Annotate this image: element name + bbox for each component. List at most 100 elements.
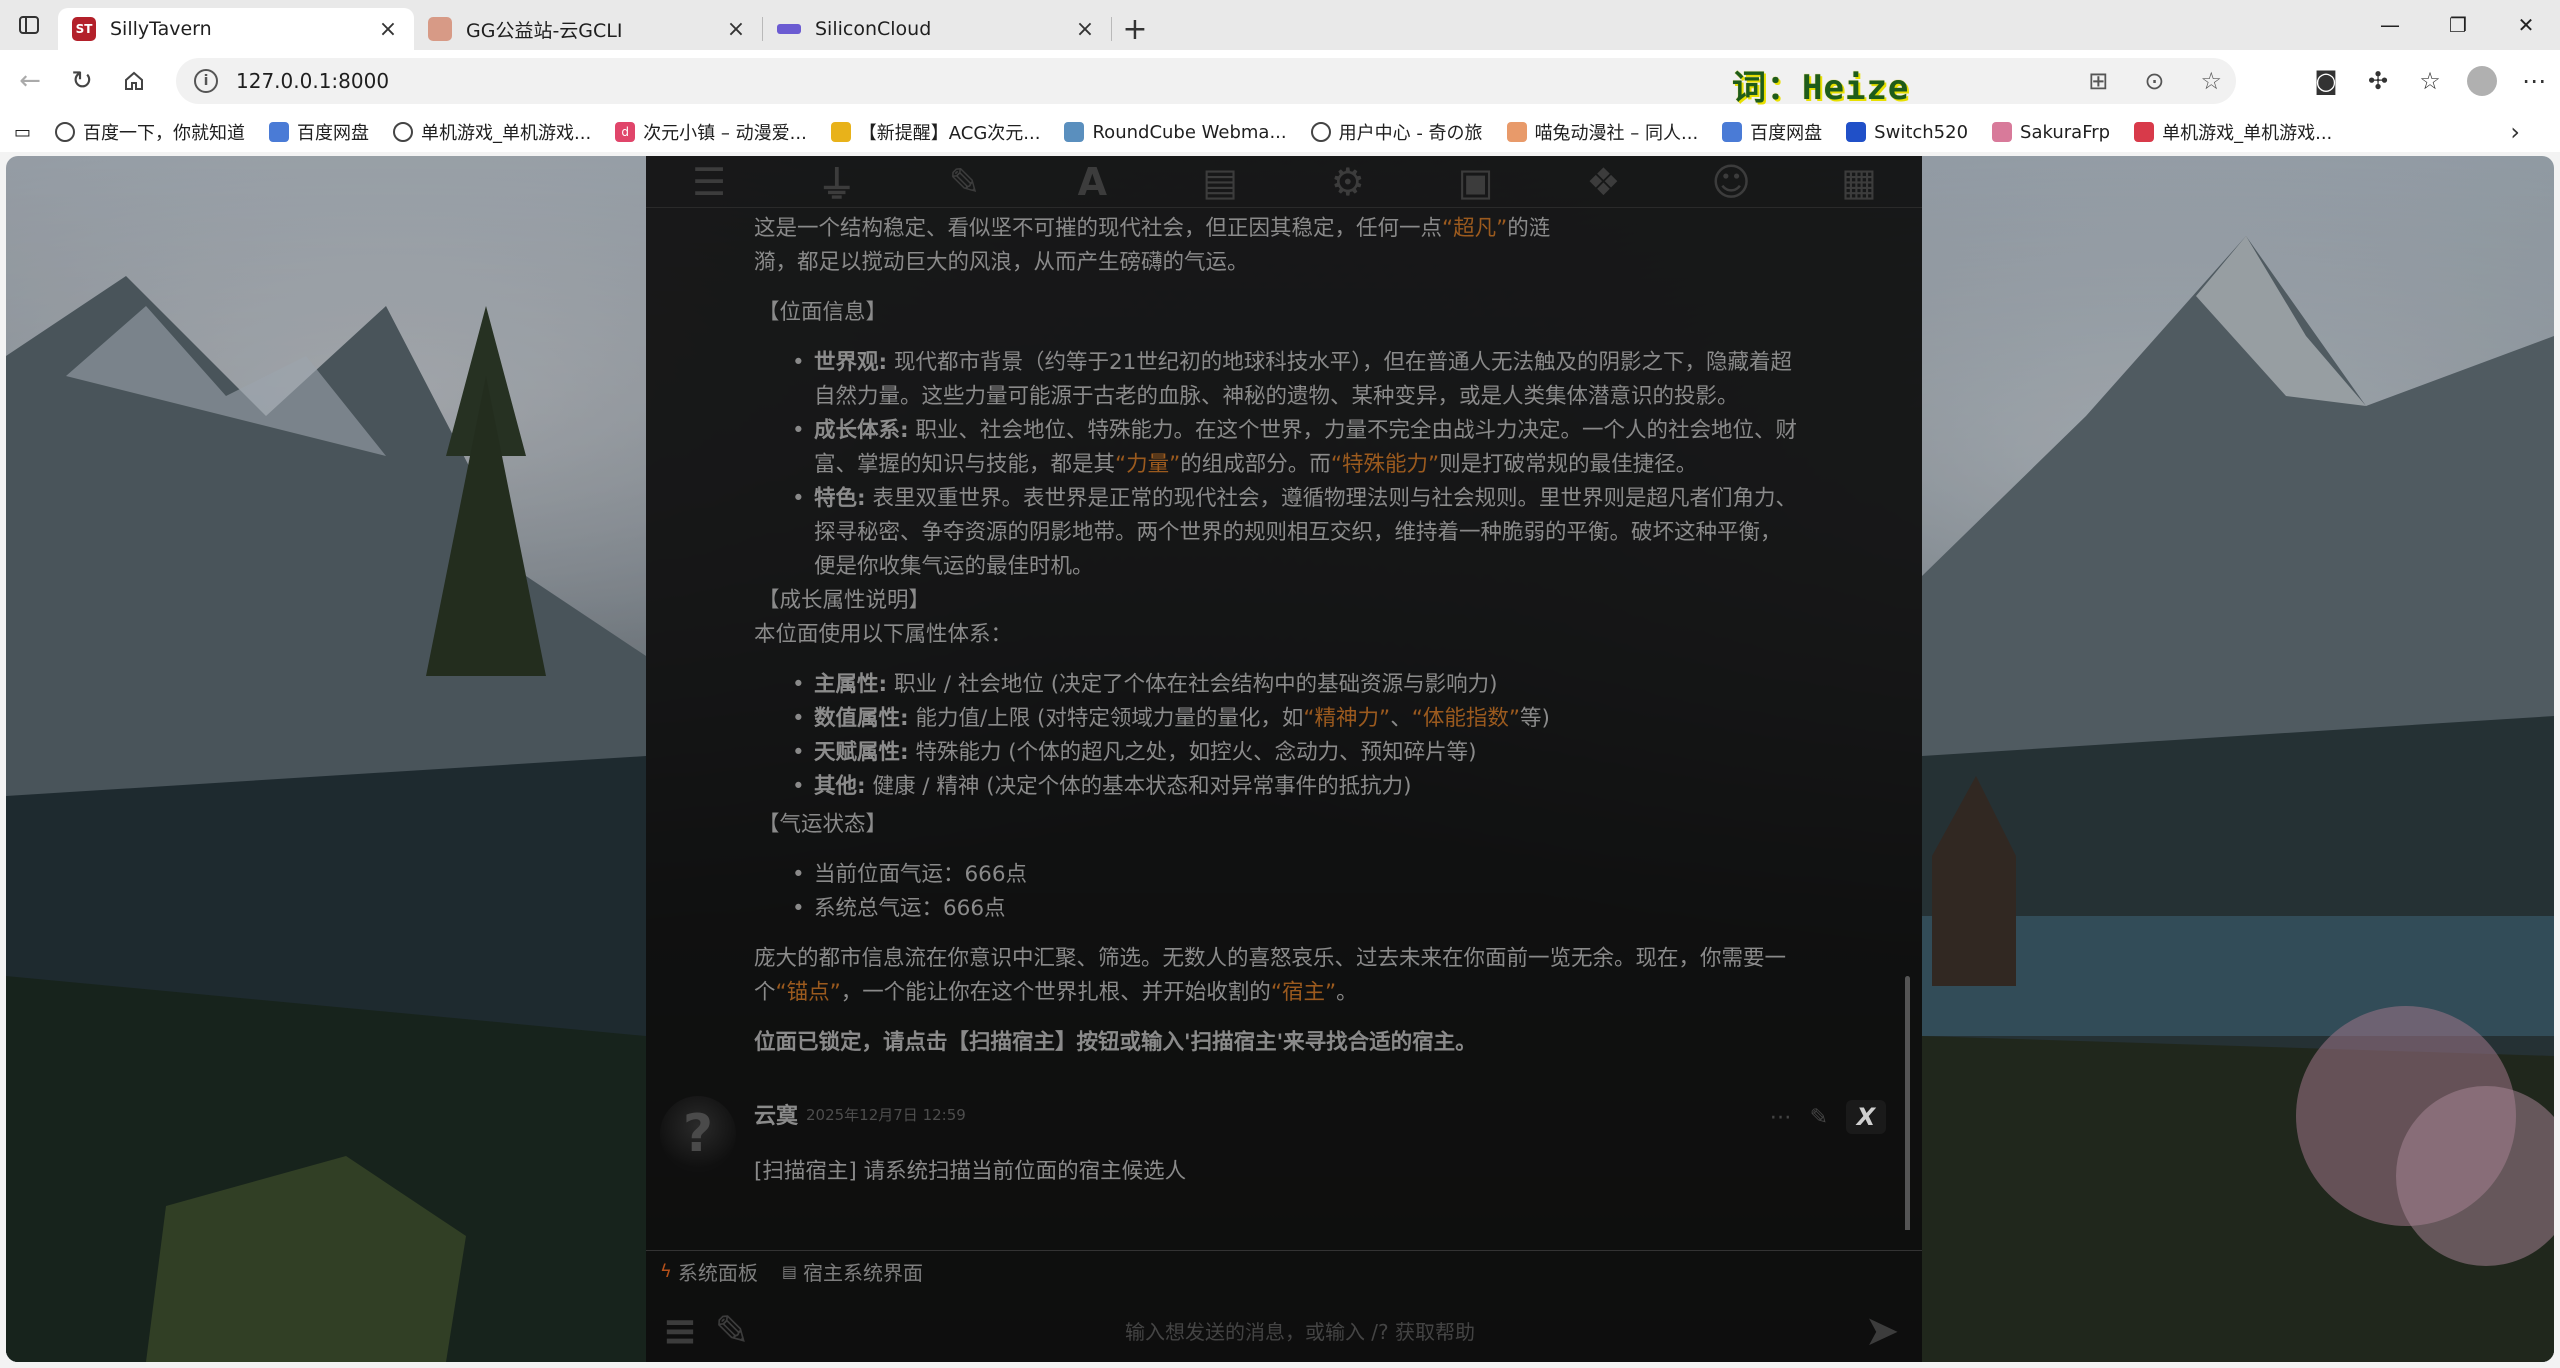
bookmark-item[interactable]: 百度网盘 (1722, 119, 1822, 145)
cube-icon (1064, 122, 1085, 142)
item-label: 世界观: (814, 350, 888, 375)
close-tab-icon[interactable]: × (376, 17, 400, 42)
close-window-icon[interactable]: ✕ (2492, 0, 2560, 50)
quoted-term: “特殊能力” (1330, 452, 1440, 477)
list-item: 系统总气运：666点 (792, 892, 1912, 926)
reload-icon[interactable]: ↻ (60, 59, 104, 103)
tab-title: SiliconCloud (815, 18, 932, 40)
message-timestamp: 2025年12月7日 12:59 (806, 1106, 966, 1124)
attribute-list: 主属性: 职业 / 社会地位 (决定了个体在社会结构中的基础资源与影响力) 数值… (754, 668, 1912, 804)
new-tab-icon[interactable]: + (1112, 8, 1158, 50)
text: 则是打破常规的最佳捷径。 (1439, 452, 1698, 477)
section-heading: 【位面信息】 (758, 300, 888, 325)
favorite-star-icon[interactable]: ☆ (2200, 67, 2222, 95)
app-available-icon[interactable]: ⊞ (2088, 67, 2108, 95)
tab-siliconcloud[interactable]: SiliconCloud × (763, 8, 1111, 50)
user-gear-icon[interactable]: ⚙ (1325, 160, 1371, 204)
more-actions-icon[interactable]: ⋯ (1770, 1105, 1792, 1130)
site-info-icon[interactable]: i (194, 69, 218, 93)
font-a-icon[interactable]: A (1069, 160, 1115, 204)
quick-reply-label: 宿主系统界面 (803, 1261, 923, 1285)
bookmark-item[interactable]: 用户中心 - 奇の旅 (1310, 119, 1483, 145)
bookmarks-menu-icon[interactable]: ▭ (14, 122, 31, 143)
x-extension-icon[interactable]: X (1846, 1100, 1886, 1134)
favorites-icon[interactable]: ☆ (2404, 50, 2456, 112)
bookmark-label: RoundCube Webma... (1092, 121, 1287, 143)
extension-icon[interactable]: ◙ (2300, 50, 2352, 112)
edit-pencil-icon[interactable]: ✎ (1810, 1105, 1828, 1130)
close-tab-icon[interactable]: × (724, 17, 748, 42)
tab-actions-menu-icon[interactable] (0, 0, 58, 50)
bookmark-item[interactable]: 百度一下，你就知道 (55, 119, 245, 145)
list-item: 其他: 健康 / 精神 (决定个体的基本状态和对异常事件的抵抗力) (792, 770, 1912, 804)
item-label: 主属性: (814, 672, 888, 697)
paragraph: 漪，都足以搅动巨大的风浪，从而产生磅礴的气运。 (754, 250, 1249, 275)
bookmark-item[interactable]: SakuraFrp (1992, 122, 2110, 143)
text: 的组成部分。而 (1180, 452, 1331, 477)
item-label: 数值属性: (814, 706, 909, 731)
bookmark-item[interactable]: Switch520 (1846, 122, 1968, 143)
more-menu-icon[interactable]: ⋯ (2508, 50, 2560, 112)
home-icon[interactable] (112, 59, 156, 103)
text: 等) (1520, 706, 1550, 731)
quoted-term: “超凡” (1442, 216, 1508, 241)
close-tab-icon[interactable]: × (1073, 17, 1097, 42)
bookmark-item[interactable]: d 次元小镇 – 动漫爱... (615, 119, 807, 145)
bookmark-item[interactable]: RoundCube Webma... (1064, 121, 1287, 143)
cubes-extensions-icon[interactable]: ❖ (1580, 160, 1626, 204)
extensions-puzzle-icon[interactable]: ✣ (2352, 50, 2404, 112)
book-worldinfo-icon[interactable]: ▤ (1197, 160, 1243, 204)
game-icon (2134, 122, 2155, 142)
quick-reply-host-ui[interactable]: ▤ 宿主系统界面 (782, 1257, 923, 1286)
bookmark-label: 喵兔动漫社 – 同人... (1534, 123, 1699, 144)
bookmark-item[interactable]: 单机游戏_单机游戏... (2134, 119, 2332, 145)
trophy-icon (830, 122, 851, 142)
pencil-prompt-icon[interactable]: ✎ (942, 160, 988, 204)
options-menu-icon[interactable]: ≡ (654, 1306, 706, 1355)
quick-reply-system-panel[interactable]: ϟ 系统面板 (660, 1257, 758, 1286)
address-bar-actions: ⊞ ⊙ ☆ (2088, 58, 2222, 104)
bookmark-label: 百度网盘 (1750, 123, 1823, 144)
image-background-icon[interactable]: ▣ (1453, 160, 1499, 204)
tab-title: GG公益站-云GCLI (466, 19, 623, 42)
sliders-settings-icon[interactable]: ☰ (686, 160, 732, 204)
bookmark-label: 【新提醒】ACG次元... (858, 123, 1041, 144)
globe-icon (1310, 122, 1331, 142)
bookmark-label: Switch520 (1874, 121, 1969, 143)
send-icon[interactable]: ➤ (1842, 1306, 1922, 1355)
profile-avatar-icon[interactable] (2456, 50, 2508, 112)
section-heading: 【气运状态】 (758, 812, 888, 837)
bookmarks-overflow-icon[interactable]: › (2510, 118, 2520, 146)
address-bar[interactable]: i 127.0.0.1:8000 词：Heize ⊞ ⊙ ☆ (176, 58, 2236, 108)
bolt-icon: ϟ (660, 1261, 672, 1282)
chat-messages: 这是一个结构稳定、看似坚不可摧的现代社会，但正因其稳定，任何一点“超凡”的涟 漪… (646, 208, 1912, 1230)
minimize-icon[interactable]: — (2356, 0, 2424, 50)
paw-icon (1506, 122, 1527, 142)
text: ，一个能让你在这个世界扎根、并开始收割的 (840, 980, 1271, 1005)
back-icon[interactable]: ← (8, 59, 52, 103)
bookmark-item[interactable]: 【新提醒】ACG次元... (830, 119, 1041, 145)
bookmark-label: 百度网盘 (297, 123, 370, 144)
bookmark-item[interactable]: 百度网盘 (269, 119, 369, 145)
message-input[interactable]: 输入想发送的消息，或输入 /? 获取帮助 (758, 1316, 1842, 1345)
tab-gg[interactable]: GG公益站-云GCLI × (414, 8, 762, 50)
bookmark-item[interactable]: 单机游戏_单机游戏... (393, 119, 591, 145)
id-card-characters-icon[interactable]: ▦ (1836, 160, 1882, 204)
message-author: 云寞 (754, 1104, 799, 1129)
magic-wand-icon[interactable]: ✎ (706, 1306, 758, 1355)
globe-icon (393, 122, 414, 142)
plug-api-icon[interactable]: ⏚ (814, 162, 860, 207)
text: 、 (1390, 706, 1412, 731)
bookmark-item[interactable]: 喵兔动漫社 – 同人... (1506, 119, 1699, 145)
user-avatar[interactable]: ? (660, 1096, 736, 1172)
smile-persona-icon[interactable]: ☺ (1708, 160, 1754, 204)
paragraph: 这是一个结构稳定、看似坚不可摧的现代社会，但正因其稳定，任何一点“超凡”的涟 (754, 212, 1912, 246)
restore-icon[interactable]: ❐ (2424, 0, 2492, 50)
tab-sillytavern[interactable]: ST SillyTavern × (58, 8, 414, 50)
top-settings-bar: ☰ ⏚ ✎ A ▤ ⚙ ▣ ❖ ☺ ▦ (646, 156, 1922, 208)
message-text: [扫描宿主] 请系统扫描当前位面的宿主候选人 (754, 1159, 1187, 1184)
read-aloud-icon[interactable]: ⊙ (2144, 67, 2164, 95)
